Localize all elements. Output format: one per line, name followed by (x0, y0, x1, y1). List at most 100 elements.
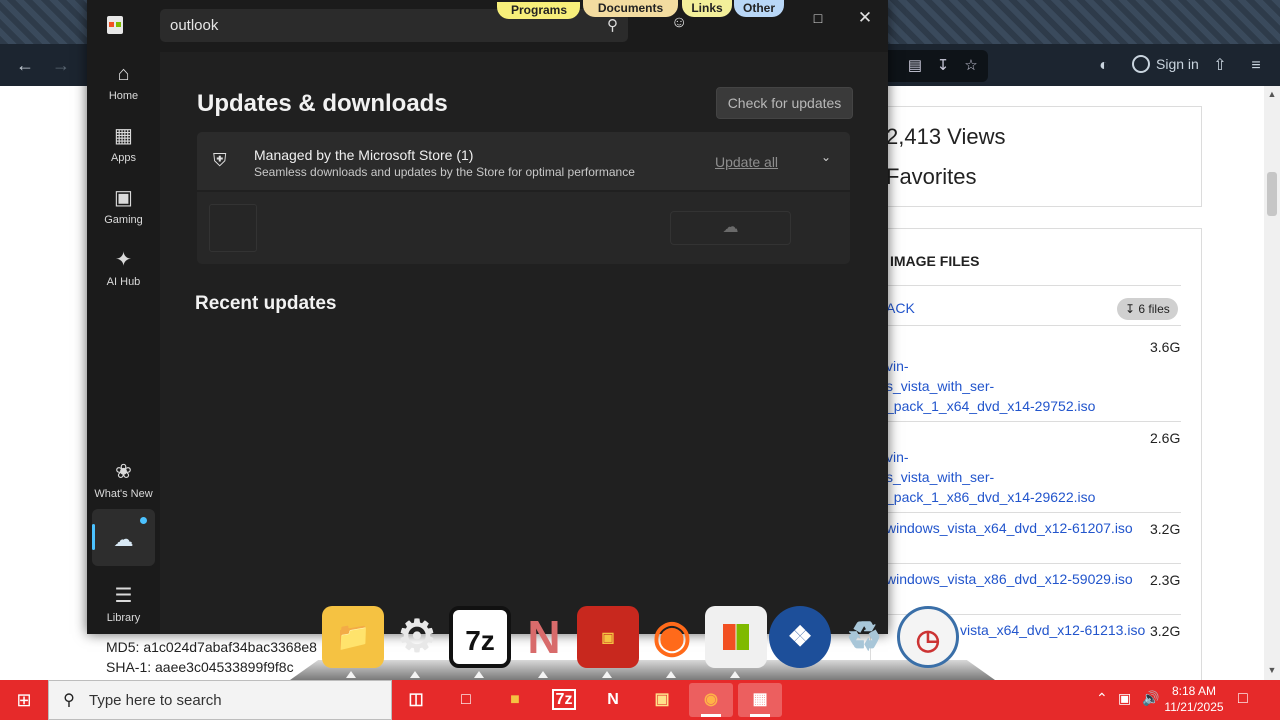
file-link[interactable]: vin- s_vista_with_ser- _pack_1_x86_dvd_x… (886, 447, 1095, 507)
taskbar-file-explorer-icon[interactable]: ■ (493, 683, 537, 717)
share-icon[interactable]: ⇧ (1208, 54, 1232, 78)
managed-title: Managed by the Microsoft Store (1) (254, 147, 474, 163)
sidebar-item-label: What's New (94, 488, 153, 500)
taskbar-search-box[interactable]: ⚲ Type here to search (48, 680, 392, 720)
md5-hash: MD5: a1c024d7abaf34bac3368e8 (106, 639, 317, 655)
active-app-indicator (701, 714, 721, 717)
divider (870, 285, 1181, 286)
file-link-line: vin- (886, 449, 909, 465)
dock-recycle-bin-icon[interactable]: ♻ (833, 606, 895, 668)
notifications-icon[interactable]: □ (1238, 690, 1248, 708)
file-link-line: s_vista_with_ser- (886, 378, 995, 394)
divider (870, 325, 1181, 326)
sidebar-item-library[interactable]: ☰ Library (87, 582, 160, 624)
bookmark-star-icon[interactable]: ☆ (961, 56, 981, 76)
taskbar-search-placeholder: Type here to search (89, 691, 222, 709)
taskbar-7zip-label: 7z (551, 689, 577, 710)
menu-icon[interactable]: ≡ (1244, 54, 1268, 78)
shield-icon: ⛨ (213, 150, 227, 170)
windows-start-icon[interactable]: ⊞ (0, 680, 48, 720)
file-link[interactable]: vin- s_vista_with_ser- _pack_1_x64_dvd_x… (886, 356, 1095, 416)
taskbar-notepadpp-icon[interactable]: N (591, 683, 635, 717)
file-link-line: vin- (886, 358, 909, 374)
files-count-button[interactable]: ↧ 6 files (1117, 298, 1178, 320)
back-icon[interactable]: ← (10, 50, 40, 80)
file-size: 3.6G (1150, 339, 1181, 355)
dock-firefox-icon[interactable]: ◉ (641, 606, 703, 668)
sparkle-icon: ✦ (115, 249, 132, 271)
sidebar-item-apps[interactable]: ▦ Apps (87, 122, 160, 164)
app-icon-placeholder (209, 204, 257, 252)
dock-notepadpp-icon[interactable]: N (513, 606, 575, 668)
page-title: Updates & downloads (197, 90, 448, 117)
gamepad-icon: ▣ (114, 187, 133, 209)
chevron-up-icon[interactable]: ⌃ (1096, 690, 1108, 707)
dock-7zip-icon[interactable]: 7z (449, 606, 511, 668)
toolbar-tab-links[interactable]: Links (682, 0, 732, 17)
toolbar-tab-documents[interactable]: Documents (583, 0, 678, 17)
sidebar-item-gaming[interactable]: ▣ Gaming (87, 184, 160, 226)
dock-store-icon[interactable] (705, 606, 767, 668)
file-link[interactable]: vista_x64_dvd_x12-61213.iso (960, 620, 1145, 640)
taskbar-store-icon[interactable]: ▦ (738, 683, 782, 717)
divider (870, 563, 1181, 564)
dock-settings-icon[interactable]: ⚙ (386, 606, 448, 668)
search-icon[interactable]: ⚲ (607, 16, 618, 34)
dock-clock-icon[interactable]: ◷ (897, 606, 959, 668)
file-link-line: _pack_1_x64_dvd_x14-29752.iso (886, 398, 1096, 414)
forward-icon[interactable]: → (46, 50, 76, 80)
check-for-updates-button[interactable]: Check for updates (716, 87, 853, 119)
stats-box (870, 106, 1202, 207)
dock-start-orb-icon[interactable]: ❖ (769, 606, 831, 668)
scroll-up-icon[interactable]: ▲ (1266, 88, 1278, 100)
network-icon[interactable]: ▣ (1118, 690, 1131, 707)
volume-icon[interactable]: 🔊 (1142, 690, 1159, 707)
chevron-down-icon[interactable]: ⌄ (821, 150, 831, 164)
taskbar-winrar-icon[interactable]: ▣ (640, 683, 684, 717)
task-view-icon[interactable]: ◫ (394, 683, 438, 717)
taskbar-firefox-icon[interactable]: ◉ (689, 683, 733, 717)
sidebar-item-whats-new[interactable]: ❀ What's New (87, 458, 160, 500)
close-icon[interactable]: ✕ (850, 6, 880, 30)
page-scrollbar[interactable]: ▲ ▼ (1264, 86, 1280, 680)
sidebar-item-ai-hub[interactable]: ✦ AI Hub (87, 246, 160, 288)
managed-subtitle: Seamless downloads and updates by the St… (254, 165, 635, 179)
toolbar-tab-other[interactable]: Other (734, 0, 784, 17)
maximize-icon[interactable]: □ (803, 6, 833, 30)
download-page-icon[interactable]: ↧ (933, 56, 953, 76)
file-size: 2.3G (1150, 572, 1181, 588)
clock-time: 8:18 AM (1171, 684, 1217, 698)
active-app-indicator (750, 714, 770, 717)
download-button[interactable]: ☁ (670, 211, 791, 245)
dock-file-explorer-icon[interactable]: 📁 (322, 606, 384, 668)
favorites-count: Favorites (886, 164, 977, 189)
clock-date: 11/21/2025 (1164, 700, 1224, 714)
file-link[interactable]: windows_vista_x64_dvd_x12-61207.iso (886, 518, 1133, 538)
taskbar-7zip-icon[interactable]: 7z (542, 683, 586, 717)
scroll-thumb[interactable] (1267, 172, 1277, 216)
library-icon: ☰ (114, 585, 133, 607)
update-all-link[interactable]: Update all (715, 154, 778, 170)
toolbar-tab-programs[interactable]: Programs (497, 2, 580, 19)
taskbar-notepad-icon[interactable]: □ (444, 683, 488, 717)
managed-updates-card[interactable]: ⛨ Managed by the Microsoft Store (1) Sea… (197, 132, 850, 190)
file-size: 3.2G (1150, 521, 1181, 537)
browser-extension-icon[interactable]: ◐ (1092, 54, 1116, 78)
home-icon: ⌂ (117, 63, 130, 85)
pack-link[interactable]: ACK (886, 298, 915, 318)
sign-in-button[interactable]: Sign in (1132, 55, 1199, 73)
scroll-down-icon[interactable]: ▼ (1266, 664, 1278, 676)
store-logo-icon (107, 16, 123, 34)
megaphone-icon: ❀ (115, 461, 132, 483)
file-size: 3.2G (1150, 623, 1181, 639)
divider (870, 421, 1181, 422)
file-link[interactable]: windows_vista_x86_dvd_x12-59029.iso (886, 569, 1133, 589)
taskbar-clock[interactable]: 8:18 AM 11/21/2025 (1164, 683, 1224, 715)
dock-winrar-icon[interactable]: ▣ (577, 606, 639, 668)
views-count: 2,413 Views (886, 124, 1006, 149)
reader-view-icon[interactable]: ▤ (905, 56, 925, 76)
cloud-download-icon: ☁ (113, 529, 134, 551)
profile-icon[interactable]: ☺ (671, 14, 687, 32)
pending-update-item: ☁ (197, 192, 850, 264)
sidebar-item-home[interactable]: ⌂ Home (87, 60, 160, 102)
